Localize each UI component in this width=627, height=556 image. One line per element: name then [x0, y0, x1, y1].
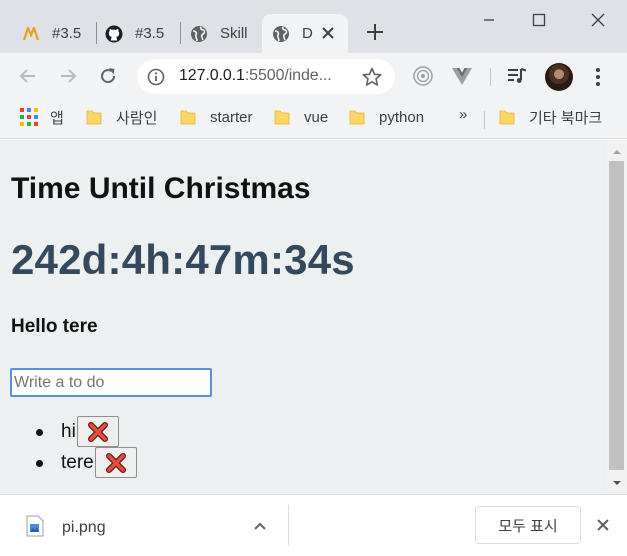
browser-toolbar: 127.0.0.1:5500/inde...	[0, 53, 627, 100]
tab-2[interactable]: #3.5	[105, 14, 164, 53]
tab-3[interactable]: Skill	[190, 14, 248, 53]
apps-grid-icon	[20, 108, 38, 126]
delete-x-icon	[87, 421, 108, 442]
delete-todo-button[interactable]	[76, 416, 119, 447]
scroll-up-arrow-icon[interactable]	[612, 148, 622, 156]
tab-1[interactable]: #3.5	[22, 14, 81, 53]
reload-button[interactable]	[95, 63, 121, 89]
toolbar-divider	[490, 68, 491, 86]
minimize-icon	[484, 19, 494, 21]
page-scrollbar[interactable]	[607, 140, 627, 494]
more-vert-icon	[596, 68, 600, 86]
close-icon[interactable]	[595, 517, 611, 533]
folder-icon	[180, 110, 196, 125]
media-controls-icon[interactable]	[506, 65, 528, 87]
list-bullet	[36, 460, 43, 467]
todo-item: tere	[36, 447, 137, 478]
url-host: 127.0.0.1	[179, 67, 245, 84]
delete-x-icon	[105, 452, 126, 473]
bookmark-label: python	[379, 108, 425, 126]
url-text[interactable]: 127.0.0.1:5500/inde...	[179, 67, 351, 85]
download-shelf: pi.png 모두 표시	[0, 494, 627, 556]
maximize-button[interactable]	[527, 8, 551, 32]
bookmark-label: 사람인	[116, 109, 158, 127]
globe-icon	[272, 25, 290, 43]
address-bar[interactable]: 127.0.0.1:5500/inde...	[137, 59, 395, 94]
folder-icon	[349, 110, 365, 125]
tab-4-active[interactable]: D	[262, 14, 348, 53]
greeting-text: Hello tere	[11, 316, 98, 337]
bookmark-folder-saramin[interactable]: 사람인	[86, 106, 157, 128]
close-icon	[591, 13, 605, 27]
url-path: :5500/inde...	[244, 67, 332, 84]
back-button[interactable]	[15, 63, 41, 89]
bookmark-folder-vue[interactable]: vue	[274, 106, 328, 128]
chevron-up-icon[interactable]	[252, 519, 268, 533]
folder-icon	[274, 110, 290, 125]
image-file-icon	[26, 515, 44, 537]
delete-todo-button[interactable]	[94, 447, 137, 478]
extension-disc-icon[interactable]	[412, 65, 434, 87]
todo-text: hi	[61, 420, 76, 442]
arrow-right-icon	[61, 69, 77, 83]
new-tab-button[interactable]	[362, 19, 388, 45]
scroll-down-arrow-icon[interactable]	[612, 479, 622, 487]
bookmark-folder-starter[interactable]: starter	[180, 106, 253, 128]
arrow-left-icon	[19, 69, 35, 83]
maximize-icon	[532, 13, 546, 27]
list-bullet	[36, 429, 43, 436]
reload-icon	[101, 68, 116, 84]
bookmark-label: vue	[304, 108, 329, 126]
page-title: Time Until Christmas	[11, 172, 311, 205]
todo-list: hi tere	[36, 416, 137, 478]
bookmarks-overflow-button[interactable]: »	[459, 106, 467, 123]
mooc-logo-icon	[22, 25, 40, 43]
todo-input[interactable]	[10, 368, 212, 397]
page-viewport: Time Until Christmas 242d:4h:47m:34s Hel…	[0, 140, 607, 494]
show-all-downloads-button[interactable]: 모두 표시	[475, 506, 581, 544]
folder-icon	[499, 110, 515, 125]
github-icon	[105, 25, 123, 43]
vue-devtools-icon[interactable]	[451, 65, 473, 87]
browser-menu-button[interactable]	[588, 65, 608, 89]
bookmark-label: 기타 북마크	[529, 109, 603, 127]
todo-text: tere	[61, 451, 94, 473]
download-shelf-divider	[288, 505, 289, 545]
plus-icon	[367, 24, 383, 40]
scrollbar-thumb[interactable]	[609, 161, 624, 470]
forward-button[interactable]	[55, 63, 81, 89]
todo-item: hi	[36, 416, 137, 447]
minimize-button[interactable]	[477, 8, 501, 32]
globe-icon	[190, 25, 208, 43]
countdown-clock: 242d:4h:47m:34s	[11, 236, 355, 283]
folder-icon	[86, 110, 102, 125]
tab-strip: #3.5 #3.5 Skill D	[0, 0, 627, 53]
bookmarks-bar: 앱 사람인 starter vue python » 기타 북마크	[0, 100, 627, 139]
info-icon[interactable]	[147, 68, 165, 86]
bookmark-label: starter	[210, 108, 253, 126]
close-window-button[interactable]	[586, 8, 610, 32]
bookmark-folder-python[interactable]: python	[349, 106, 424, 128]
bookmark-folder-other[interactable]: 기타 북마크	[499, 106, 602, 128]
tab-divider	[96, 22, 97, 44]
tab-3-label: Skill	[220, 25, 248, 42]
profile-avatar[interactable]	[545, 63, 573, 91]
tab-2-label: #3.5	[135, 25, 165, 42]
tab-1-label: #3.5	[52, 25, 82, 42]
bookmark-apps-label: 앱	[50, 109, 64, 127]
close-tab-icon[interactable]	[320, 25, 336, 41]
bookmark-apps[interactable]: 앱	[20, 106, 64, 128]
tab-4-label: D	[302, 25, 313, 42]
bookmarks-divider	[484, 111, 485, 129]
tab-divider	[180, 22, 181, 44]
download-file-name[interactable]: pi.png	[62, 519, 106, 537]
bookmark-star-icon[interactable]	[361, 66, 383, 88]
